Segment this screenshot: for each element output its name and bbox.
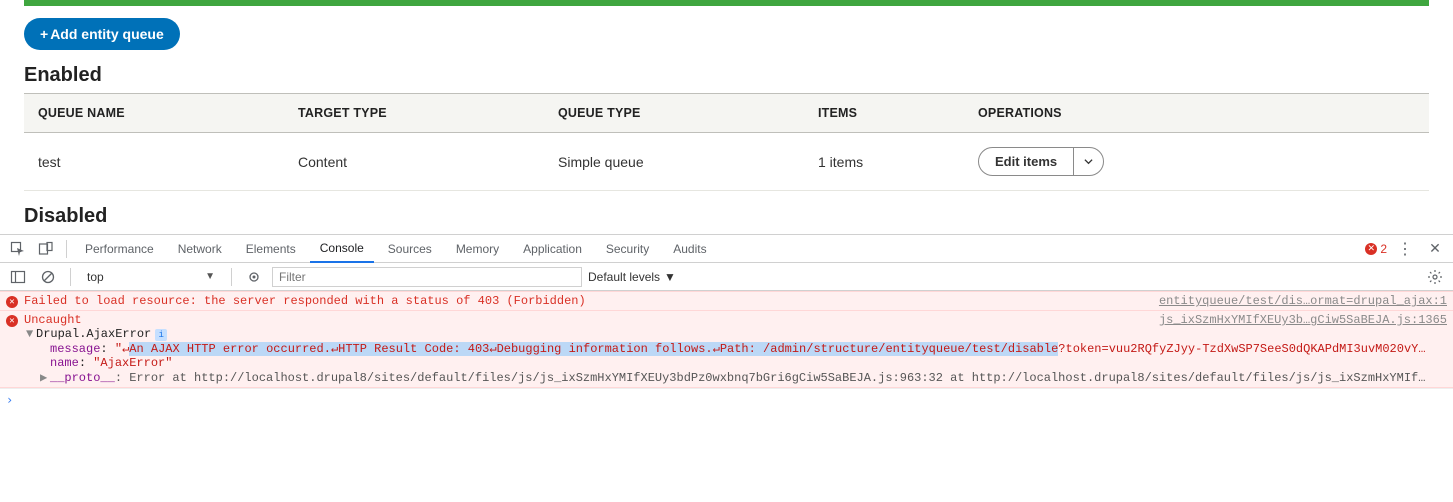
- console-toolbar: top ▼ Default levels ▼: [0, 263, 1453, 291]
- cell-items: 1 items: [804, 133, 964, 191]
- tab-audits[interactable]: Audits: [663, 235, 716, 263]
- proto-key: __proto__: [50, 371, 115, 385]
- add-entity-queue-button[interactable]: +Add entity queue: [24, 18, 180, 50]
- object-proto[interactable]: ▶__proto__: Error at http://localhost.dr…: [26, 370, 1447, 385]
- execution-context-value: top: [87, 270, 104, 284]
- tab-security[interactable]: Security: [596, 235, 659, 263]
- devtools-panel: Performance Network Elements Console Sou…: [0, 234, 1453, 411]
- prop-value-prefix: "↵: [115, 342, 129, 356]
- tab-elements[interactable]: Elements: [236, 235, 306, 263]
- error-message: Uncaught: [24, 313, 1151, 327]
- kebab-menu-icon[interactable]: ⋮: [1393, 237, 1417, 261]
- status-success-bar: [24, 0, 1429, 6]
- console-error-row[interactable]: ✕ Failed to load resource: the server re…: [0, 291, 1453, 311]
- error-source-link[interactable]: js_ixSzmHxYMIfXEUy3b…gCiw5SaBEJA.js:1365: [1159, 313, 1447, 327]
- device-toolbar-icon[interactable]: [34, 237, 58, 261]
- tab-network[interactable]: Network: [168, 235, 232, 263]
- error-count-badge[interactable]: ✕ 2: [1365, 242, 1387, 256]
- disclosure-closed-icon[interactable]: ▶: [40, 370, 50, 385]
- devtools-tab-bar: Performance Network Elements Console Sou…: [0, 235, 1453, 263]
- disclosure-open-icon[interactable]: ▼: [26, 327, 36, 341]
- col-queue-name[interactable]: QUEUE NAME: [24, 94, 284, 133]
- edit-items-dropbutton[interactable]: Edit items: [978, 147, 1104, 176]
- table-row: test Content Simple queue 1 items Edit i…: [24, 133, 1429, 191]
- plus-icon: +: [40, 26, 48, 42]
- inspect-element-icon[interactable]: [6, 237, 30, 261]
- cell-target-type: Content: [284, 133, 544, 191]
- object-class-name: Drupal.AjaxError: [36, 327, 151, 341]
- col-items[interactable]: ITEMS: [804, 94, 964, 133]
- console-output: ✕ Failed to load resource: the server re…: [0, 291, 1453, 411]
- proto-value: : Error at http://localhost.drupal8/site…: [115, 371, 1426, 385]
- execution-context-select[interactable]: top ▼: [81, 266, 221, 288]
- divider: [231, 268, 232, 286]
- cell-queue-name: test: [24, 133, 284, 191]
- prop-value: "AjaxError": [93, 356, 172, 370]
- prop-value-tail: ?token=vuu2RQfyZJyy-TzdXwSP7SeeS0dQKAPdM…: [1058, 342, 1425, 356]
- tab-performance[interactable]: Performance: [75, 235, 164, 263]
- info-icon[interactable]: i: [155, 329, 167, 341]
- col-queue-type[interactable]: QUEUE TYPE: [544, 94, 804, 133]
- caret-down-icon: [1084, 157, 1093, 166]
- error-source-link[interactable]: entityqueue/test/dis…ormat=drupal_ajax:1: [1159, 294, 1447, 308]
- error-icon: ✕: [6, 315, 18, 327]
- enabled-heading: Enabled: [24, 64, 1429, 87]
- error-count: 2: [1380, 242, 1387, 256]
- clear-console-icon[interactable]: [36, 265, 60, 289]
- console-prompt[interactable]: ›: [0, 388, 1453, 411]
- object-property[interactable]: message: "↵An AJAX HTTP error occurred.↵…: [26, 341, 1447, 356]
- error-icon: ✕: [1365, 243, 1377, 255]
- error-icon: ✕: [6, 296, 18, 308]
- add-entity-queue-label: Add entity queue: [50, 26, 164, 42]
- caret-down-icon: ▼: [664, 270, 676, 284]
- console-settings-icon[interactable]: [1423, 265, 1447, 289]
- disabled-heading: Disabled: [24, 205, 1429, 228]
- divider: [70, 268, 71, 286]
- tab-memory[interactable]: Memory: [446, 235, 509, 263]
- cell-operations: Edit items: [964, 133, 1429, 191]
- prop-key: name: [50, 356, 79, 370]
- log-levels-value: Default levels: [588, 270, 660, 284]
- cell-queue-type: Simple queue: [544, 133, 804, 191]
- error-message: Failed to load resource: the server resp…: [24, 294, 1151, 308]
- close-devtools-icon[interactable]: ✕: [1423, 237, 1447, 261]
- object-property[interactable]: name: "AjaxError": [26, 356, 1447, 370]
- enabled-queues-table: QUEUE NAME TARGET TYPE QUEUE TYPE ITEMS …: [24, 93, 1429, 191]
- tab-sources[interactable]: Sources: [378, 235, 442, 263]
- object-header[interactable]: ▼Drupal.AjaxError i: [26, 327, 1447, 341]
- col-target-type[interactable]: TARGET TYPE: [284, 94, 544, 133]
- prop-value-highlight: An AJAX HTTP error occurred.↵HTTP Result…: [129, 342, 1058, 356]
- console-filter-input[interactable]: [272, 267, 582, 287]
- log-levels-select[interactable]: Default levels ▼: [588, 270, 676, 284]
- caret-down-icon: ▼: [205, 271, 215, 282]
- console-sidebar-toggle-icon[interactable]: [6, 265, 30, 289]
- tab-console[interactable]: Console: [310, 235, 374, 263]
- col-operations: OPERATIONS: [964, 94, 1429, 133]
- live-expression-icon[interactable]: [242, 265, 266, 289]
- prop-key: message: [50, 342, 100, 356]
- operations-caret[interactable]: [1073, 148, 1103, 175]
- console-error-row[interactable]: ✕ Uncaught js_ixSzmHxYMIfXEUy3b…gCiw5SaB…: [0, 311, 1453, 388]
- tab-application[interactable]: Application: [513, 235, 592, 263]
- edit-items-label[interactable]: Edit items: [979, 148, 1073, 175]
- divider: [66, 240, 67, 258]
